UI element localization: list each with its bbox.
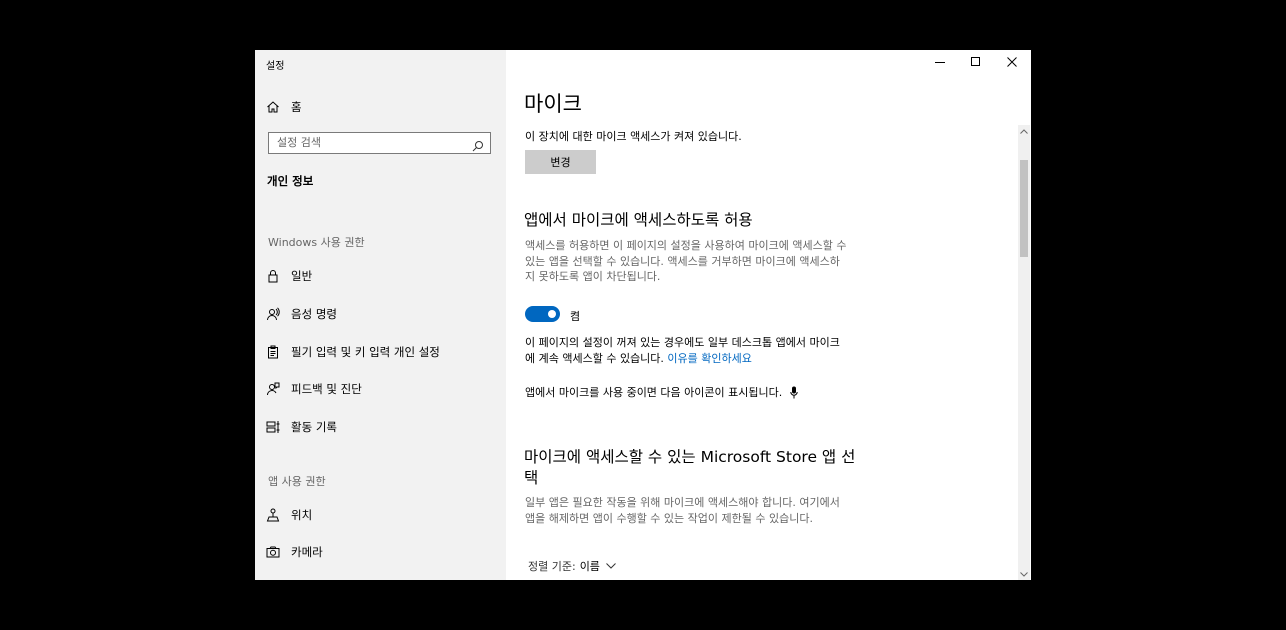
store-apps-description: 일부 앱은 필요한 작동을 위해 마이크에 액세스해야 합니다. 여기에서 앱을… — [525, 495, 840, 526]
sidebar-item-feedback[interactable]: 피드백 및 진단 — [266, 378, 362, 400]
maximize-icon — [971, 57, 980, 66]
close-button[interactable] — [994, 50, 1030, 74]
desktop-apps-note: 이 페이지의 설정이 꺼져 있는 경우에도 일부 데스크톱 앱에서 마이크 에 … — [525, 335, 840, 366]
sort-control[interactable]: 정렬 기준: 이름 — [528, 558, 616, 574]
scroll-up-icon[interactable] — [1018, 125, 1030, 137]
sidebar-item-label: 음성 명령 — [291, 307, 337, 321]
maximize-button[interactable] — [958, 50, 994, 74]
sidebar-item-activity-history[interactable]: 활동 기록 — [266, 416, 337, 438]
page-title: 마이크 — [524, 92, 582, 116]
settings-window: 설정 홈 개인 정보 Windows 사용 권한 일반 음성 명령 — [255, 50, 1031, 580]
icon-note: 앱에서 마이크를 사용 중이면 다음 아이콘이 표시됩니다. — [525, 385, 798, 401]
search-box[interactable] — [268, 132, 491, 154]
feedback-icon — [266, 382, 280, 396]
change-button[interactable]: 변경 — [525, 150, 596, 174]
camera-icon — [266, 545, 280, 559]
description-line: 액세스를 허용하면 이 페이지의 설정을 사용하여 마이크에 액세스할 수 — [525, 239, 847, 252]
allow-apps-description: 액세스를 허용하면 이 페이지의 설정을 사용하여 마이크에 액세스할 수 있는… — [525, 238, 846, 285]
store-apps-heading: 마이크에 액세스할 수 있는 Microsoft Store 앱 선 택 — [524, 447, 855, 489]
device-access-text: 이 장치에 대한 마이크 액세스가 켜져 있습니다. — [525, 130, 742, 143]
sidebar-item-label: 피드백 및 진단 — [291, 382, 362, 396]
sidebar-item-label: 일반 — [291, 269, 313, 283]
scroll-thumb[interactable] — [1020, 160, 1028, 257]
toggle-knob — [548, 310, 556, 318]
sidebar-item-label: 홈 — [291, 100, 302, 114]
sidebar-item-inking[interactable]: 필기 입력 및 키 입력 개인 설정 — [266, 341, 440, 363]
sidebar-item-label: 활동 기록 — [291, 420, 337, 434]
desktop-note-line2: 에 계속 액세스할 수 있습니다. 이유를 확인하세요 — [525, 351, 840, 367]
location-icon — [266, 508, 280, 522]
description-line: 일부 앱은 필요한 작동을 위해 마이크에 액세스해야 합니다. 여기에서 — [525, 496, 840, 509]
sort-label: 정렬 기준: — [528, 560, 576, 573]
scroll-down-icon[interactable] — [1018, 568, 1030, 580]
learn-why-link[interactable]: 이유를 확인하세요 — [667, 352, 751, 365]
toggle-state-label: 켬 — [570, 310, 581, 323]
sort-value: 이름 — [579, 560, 600, 573]
sidebar-item-location[interactable]: 위치 — [266, 504, 312, 526]
store-heading-line: 택 — [524, 469, 539, 487]
category-title: 개인 정보 — [267, 174, 314, 188]
microphone-icon — [790, 386, 798, 399]
home-icon — [266, 100, 280, 114]
chevron-down-icon — [606, 563, 616, 569]
clipboard-icon — [266, 345, 280, 359]
search-input[interactable] — [277, 136, 467, 149]
description-line: 지 못하도록 앱이 차단됩니다. — [525, 270, 661, 283]
scrollbar[interactable] — [1018, 125, 1030, 580]
section-title-app-permissions: 앱 사용 권한 — [268, 475, 326, 488]
desktop-note-text: 에 계속 액세스할 수 있습니다. — [525, 351, 668, 365]
close-icon — [1007, 57, 1017, 67]
sidebar-item-home[interactable]: 홈 — [266, 96, 302, 118]
store-heading-line: 마이크에 액세스할 수 있는 Microsoft Store 앱 선 — [524, 448, 856, 466]
search-icon[interactable] — [472, 137, 484, 152]
lock-icon — [266, 269, 280, 283]
section-title-windows-permissions: Windows 사용 권한 — [268, 236, 365, 249]
sidebar-item-label: 위치 — [291, 508, 313, 522]
description-line: 있는 앱을 선택할 수 있습니다. 액세스를 거부하면 마이크에 액세스하 — [525, 254, 840, 268]
main-content: 마이크 이 장치에 대한 마이크 액세스가 켜져 있습니다. 변경 앱에서 마이… — [506, 50, 1031, 580]
sidebar-item-speech[interactable]: 음성 명령 — [266, 303, 337, 325]
sidebar-item-camera[interactable]: 카메라 — [266, 541, 323, 563]
desktop-note-line: 이 페이지의 설정이 꺼져 있는 경우에도 일부 데스크톱 앱에서 마이크 — [525, 336, 840, 349]
minimize-icon — [935, 62, 945, 63]
sidebar-item-label: 필기 입력 및 키 입력 개인 설정 — [291, 345, 440, 359]
icon-note-text: 앱에서 마이크를 사용 중이면 다음 아이콘이 표시됩니다. — [525, 386, 783, 399]
allow-apps-heading: 앱에서 마이크에 액세스하도록 허용 — [524, 211, 753, 229]
description-line: 앱을 해제하면 앱이 수행할 수 있는 작업이 제한될 수 있습니다. — [525, 511, 813, 525]
allow-apps-toggle[interactable] — [525, 306, 560, 322]
minimize-button[interactable] — [922, 50, 958, 74]
sidebar: 설정 홈 개인 정보 Windows 사용 권한 일반 음성 명령 — [255, 50, 506, 580]
timeline-icon — [266, 420, 280, 434]
sidebar-item-general[interactable]: 일반 — [266, 265, 312, 287]
app-title: 설정 — [266, 61, 285, 72]
sidebar-item-label: 카메라 — [291, 545, 323, 559]
speech-icon — [266, 307, 280, 321]
